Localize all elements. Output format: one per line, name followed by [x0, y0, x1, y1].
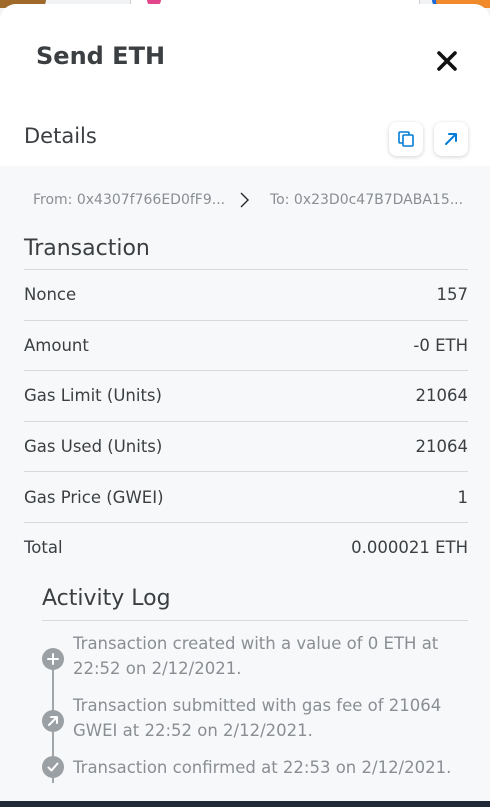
breakdown-value: 21064 [415, 386, 469, 406]
chevron-right-icon [240, 192, 249, 208]
breakdown-value: 1 [457, 487, 469, 507]
plus-icon [42, 648, 64, 670]
copy-tx-id-button[interactable] [389, 122, 423, 156]
modal-header: Send ETH [0, 4, 490, 112]
breakdown-label: Amount [24, 335, 89, 355]
breakdown-row-total: Total 0.000021 ETH [24, 521, 468, 573]
details-title: Details [24, 124, 97, 148]
check-icon [42, 756, 64, 778]
breakdown-row-gas-limit: Gas Limit (Units) 21064 [24, 370, 468, 421]
activity-item: Transaction submitted with gas fee of 21… [42, 693, 468, 743]
breakdown-row-gas-price: Gas Price (GWEI) 1 [24, 471, 468, 522]
arrow-up-right-icon [42, 710, 64, 732]
background-footer [0, 801, 490, 807]
breakdown-value: 157 [436, 285, 469, 305]
copy-icon [398, 131, 414, 147]
breakdown-value: 0.000021 ETH [351, 538, 468, 558]
activity-item: Transaction created with a value of 0 ET… [42, 631, 468, 681]
view-on-explorer-button[interactable] [434, 122, 468, 156]
breakdown-label: Gas Price (GWEI) [24, 487, 164, 507]
activity-timeline: Transaction created with a value of 0 ET… [42, 631, 468, 783]
breakdown-label: Gas Used (Units) [24, 437, 163, 457]
from-address[interactable]: From: 0x4307f766ED0fF9... [33, 192, 225, 208]
transaction-breakdown: Nonce 157 Amount -0 ETH Gas Limit (Units… [24, 269, 468, 573]
modal-title: Send ETH [36, 42, 166, 70]
breakdown-label: Total [24, 538, 63, 558]
activity-item-text: Transaction confirmed at 22:53 on 2/12/2… [73, 758, 452, 777]
close-button[interactable] [434, 48, 460, 74]
sender-recipient: From: 0x4307f766ED0fF9... To: 0x23D0c47B… [0, 166, 490, 228]
divider [42, 620, 468, 621]
transaction-section-title: Transaction [24, 236, 150, 261]
details-content: From: 0x4307f766ED0fF9... To: 0x23D0c47B… [0, 166, 490, 801]
close-icon [437, 51, 457, 71]
breakdown-row-amount: Amount -0 ETH [24, 319, 468, 371]
activity-item-text: Transaction created with a value of 0 ET… [73, 634, 439, 678]
breakdown-label: Gas Limit (Units) [24, 386, 162, 406]
breakdown-row-gas-used: Gas Used (Units) 21064 [24, 420, 469, 472]
breakdown-label: Nonce [24, 285, 77, 305]
activity-log-title: Activity Log [42, 586, 171, 611]
activity-item: Transaction confirmed at 22:53 on 2/12/2… [42, 755, 468, 780]
external-link-icon [445, 133, 457, 145]
breakdown-row-nonce: Nonce 157 [24, 269, 468, 320]
activity-log: Activity Log Transaction created with a … [42, 586, 468, 792]
breakdown-value: 21064 [415, 437, 469, 457]
activity-item-text: Transaction submitted with gas fee of 21… [73, 696, 442, 740]
breakdown-value: -0 ETH [413, 335, 468, 355]
to-address[interactable]: To: 0x23D0c47B7DABA15... [270, 192, 463, 208]
